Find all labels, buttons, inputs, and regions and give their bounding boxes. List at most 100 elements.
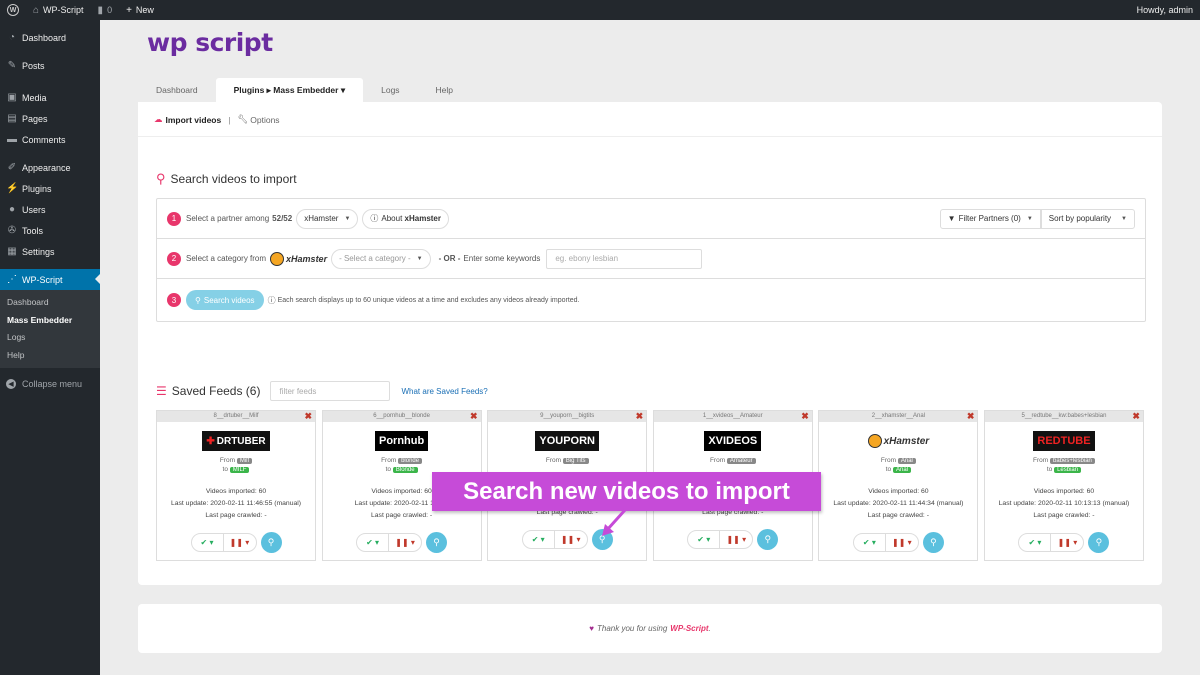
submenu-item-help[interactable]: Help	[0, 347, 100, 365]
import-videos-link[interactable]: Import videos	[166, 115, 222, 125]
wp-script-logo[interactable]: wp script	[147, 28, 273, 57]
sidebar-item-media[interactable]: ▣ Media	[0, 87, 100, 108]
feed-card-header: 6__pornhub__blonde ✖	[322, 411, 481, 422]
check-dropdown-button[interactable]: ✔ ▾	[357, 534, 390, 551]
feed-to: to Lesbian	[985, 466, 1143, 473]
tab-dashboard[interactable]: Dashboard	[138, 78, 216, 102]
feed-card-header: 5__redtube__kw:babes+lesbian ✖	[984, 411, 1143, 422]
sidebar-item-settings[interactable]: ▦ Settings	[0, 241, 100, 262]
sidebar-item-users[interactable]: ● Users	[0, 199, 100, 220]
delete-feed-icon[interactable]: ✖	[1132, 411, 1140, 422]
submenu-item-logs[interactable]: Logs	[0, 329, 100, 347]
what-are-saved-feeds-link[interactable]: What are Saved Feeds?	[401, 387, 487, 396]
delete-feed-icon[interactable]: ✖	[967, 411, 975, 422]
category-select[interactable]: - Select a category - ▼	[331, 248, 431, 269]
sidebar-item-appearance[interactable]: ✐ Appearance	[0, 157, 100, 178]
sidebar-item-tools[interactable]: ✇ Tools	[0, 220, 100, 241]
wrench-icon: ✇	[7, 225, 17, 236]
pause-dropdown-button[interactable]: ❚❚ ▾	[224, 534, 256, 551]
partner-tools: ▼ Filter Partners (0) ▼ Sort by popularity…	[936, 208, 1135, 229]
new-content-link[interactable]: + New	[119, 0, 161, 20]
check-dropdown-button[interactable]: ✔ ▾	[1019, 534, 1052, 551]
collapse-menu-button[interactable]: ◀ Collapse menu	[0, 374, 100, 394]
fox-icon	[867, 434, 882, 448]
delete-feed-icon[interactable]: ✖	[304, 411, 312, 422]
search-videos-button[interactable]: ⚲ Search videos	[186, 290, 264, 310]
source-tag: babes+lesbian	[1050, 458, 1095, 464]
wordpress-icon: W	[7, 4, 19, 16]
filter-partners-button[interactable]: ▼ Filter Partners (0) ▼	[939, 208, 1041, 229]
comment-icon: ▬	[7, 134, 17, 145]
search-feed-button[interactable]: ⚲	[260, 532, 282, 553]
options-link[interactable]: Options	[250, 115, 279, 125]
pause-dropdown-button[interactable]: ❚❚ ▾	[1051, 534, 1083, 551]
wordpress-logo-button[interactable]: W	[0, 0, 26, 20]
sidebar-item-comments[interactable]: ▬ Comments	[0, 129, 100, 150]
fox-icon	[270, 251, 285, 266]
source-tag: Big Tits	[562, 458, 589, 464]
check-dropdown-button[interactable]: ✔ ▾	[192, 534, 224, 551]
tab-help[interactable]: Help	[418, 78, 471, 102]
submenu-item-dashboard[interactable]: Dashboard	[0, 294, 100, 312]
subnav: ☁ Import videos | 🔧︎ Options	[154, 114, 280, 125]
youporn-logo: YOUPORN	[535, 431, 599, 451]
sidebar-item-pages[interactable]: ▤ Pages	[0, 108, 100, 129]
sidebar-item-plugins[interactable]: ⚡ Plugins	[0, 178, 100, 199]
submenu-item-mass-embedder[interactable]: Mass Embedder	[0, 312, 100, 330]
target-tag: MILF	[229, 467, 250, 473]
check-dropdown-button[interactable]: ✔ ▾	[523, 531, 555, 548]
media-icon: ▣	[7, 92, 17, 103]
callout-arrow-icon	[602, 508, 627, 536]
search-feed-button[interactable]: ⚲	[1088, 532, 1110, 553]
search-steps: 1 Select a partner among 52/52 xHamster ▼…	[156, 198, 1146, 322]
filter-feeds-input[interactable]: filter feeds	[270, 381, 391, 401]
feed-card: 5__redtube__kw:babes+lesbian ✖ REDTUBE Fr…	[983, 410, 1144, 561]
delete-feed-icon[interactable]: ✖	[636, 411, 644, 422]
admin-bar: W ⌂ WP-Script ▮ 0 + New Howdy, admin	[0, 0, 1200, 20]
settings-icon: ▦	[7, 246, 17, 257]
or-label: - OR -	[438, 254, 461, 263]
search-feed-button[interactable]: ⚲	[922, 532, 944, 553]
step-2-row: 2 Select a category from xHamster - Sele…	[157, 239, 1145, 279]
check-dropdown-button[interactable]: ✔ ▾	[854, 534, 886, 551]
sidebar-item-dashboard[interactable]: ◔ Dashboard	[0, 27, 100, 48]
source-tag: Anal	[897, 458, 916, 464]
search-feed-button[interactable]: ⚲	[426, 532, 448, 553]
caret-down-icon: ▼	[344, 215, 351, 222]
wp-script-submenu: Dashboard Mass Embedder Logs Help	[0, 290, 100, 368]
delete-feed-icon[interactable]: ✖	[801, 411, 809, 422]
feed-card-header: 2__xhamster__Anal ✖	[819, 411, 978, 422]
comments-link[interactable]: ▮ 0	[91, 0, 120, 20]
sort-select[interactable]: Sort by popularity ▼	[1040, 208, 1135, 229]
tab-mass-embedder[interactable]: Plugins ▸ Mass Embedder ▾	[215, 78, 364, 102]
delete-feed-icon[interactable]: ✖	[470, 411, 478, 422]
pause-dropdown-button[interactable]: ❚❚ ▾	[555, 531, 587, 548]
search-feed-button[interactable]: ⚲	[757, 529, 779, 550]
tab-logs[interactable]: Logs	[363, 78, 417, 102]
pause-dropdown-button[interactable]: ❚❚ ▾	[389, 534, 421, 551]
feed-stats: Videos imported: 60 Last update: 2020-02-…	[833, 488, 964, 519]
page-icon: ▤	[7, 113, 17, 124]
pause-dropdown-button[interactable]: ❚❚ ▾	[886, 534, 918, 551]
sidebar-item-wp-script[interactable]: ⋰ WP-Script	[0, 269, 100, 290]
step-3-row: 3 ⚲ Search videos ⓘ Each search displays …	[157, 279, 1145, 321]
sidebar-item-posts[interactable]: ✎ Posts	[0, 55, 100, 76]
site-name-link[interactable]: ⌂ WP-Script	[26, 0, 91, 20]
partner-select[interactable]: xHamster ▼	[296, 208, 359, 229]
check-dropdown-button[interactable]: ✔ ▾	[688, 531, 721, 548]
feed-card: 8__drtuber__Milf ✖ ✚ DRTUBER From Milf to …	[156, 410, 316, 561]
feed-card-header: 8__drtuber__Milf ✖	[157, 411, 315, 422]
tutorial-callout: Search new videos to import	[432, 472, 821, 511]
user-account-link[interactable]: Howdy, admin	[1130, 0, 1200, 20]
plugin-tabs: Dashboard Plugins ▸ Mass Embedder ▾ Logs…	[138, 78, 471, 102]
user-icon: ●	[8, 204, 16, 215]
feed-to: to MILF	[157, 466, 315, 473]
about-partner-button[interactable]: ⓘ About xHamster	[362, 208, 449, 229]
keywords-input[interactable]: eg. ebony lesbian	[546, 248, 703, 269]
dashboard-icon: ◔	[8, 32, 16, 43]
feed-card-header: 9__youporn__bigtits ✖	[488, 411, 647, 422]
source-tag: blonde	[398, 458, 423, 464]
pause-dropdown-button[interactable]: ❚❚ ▾	[720, 531, 752, 548]
wp-script-link[interactable]: WP-Script	[670, 624, 708, 633]
collapse-arrow-icon: ◀	[6, 379, 16, 389]
